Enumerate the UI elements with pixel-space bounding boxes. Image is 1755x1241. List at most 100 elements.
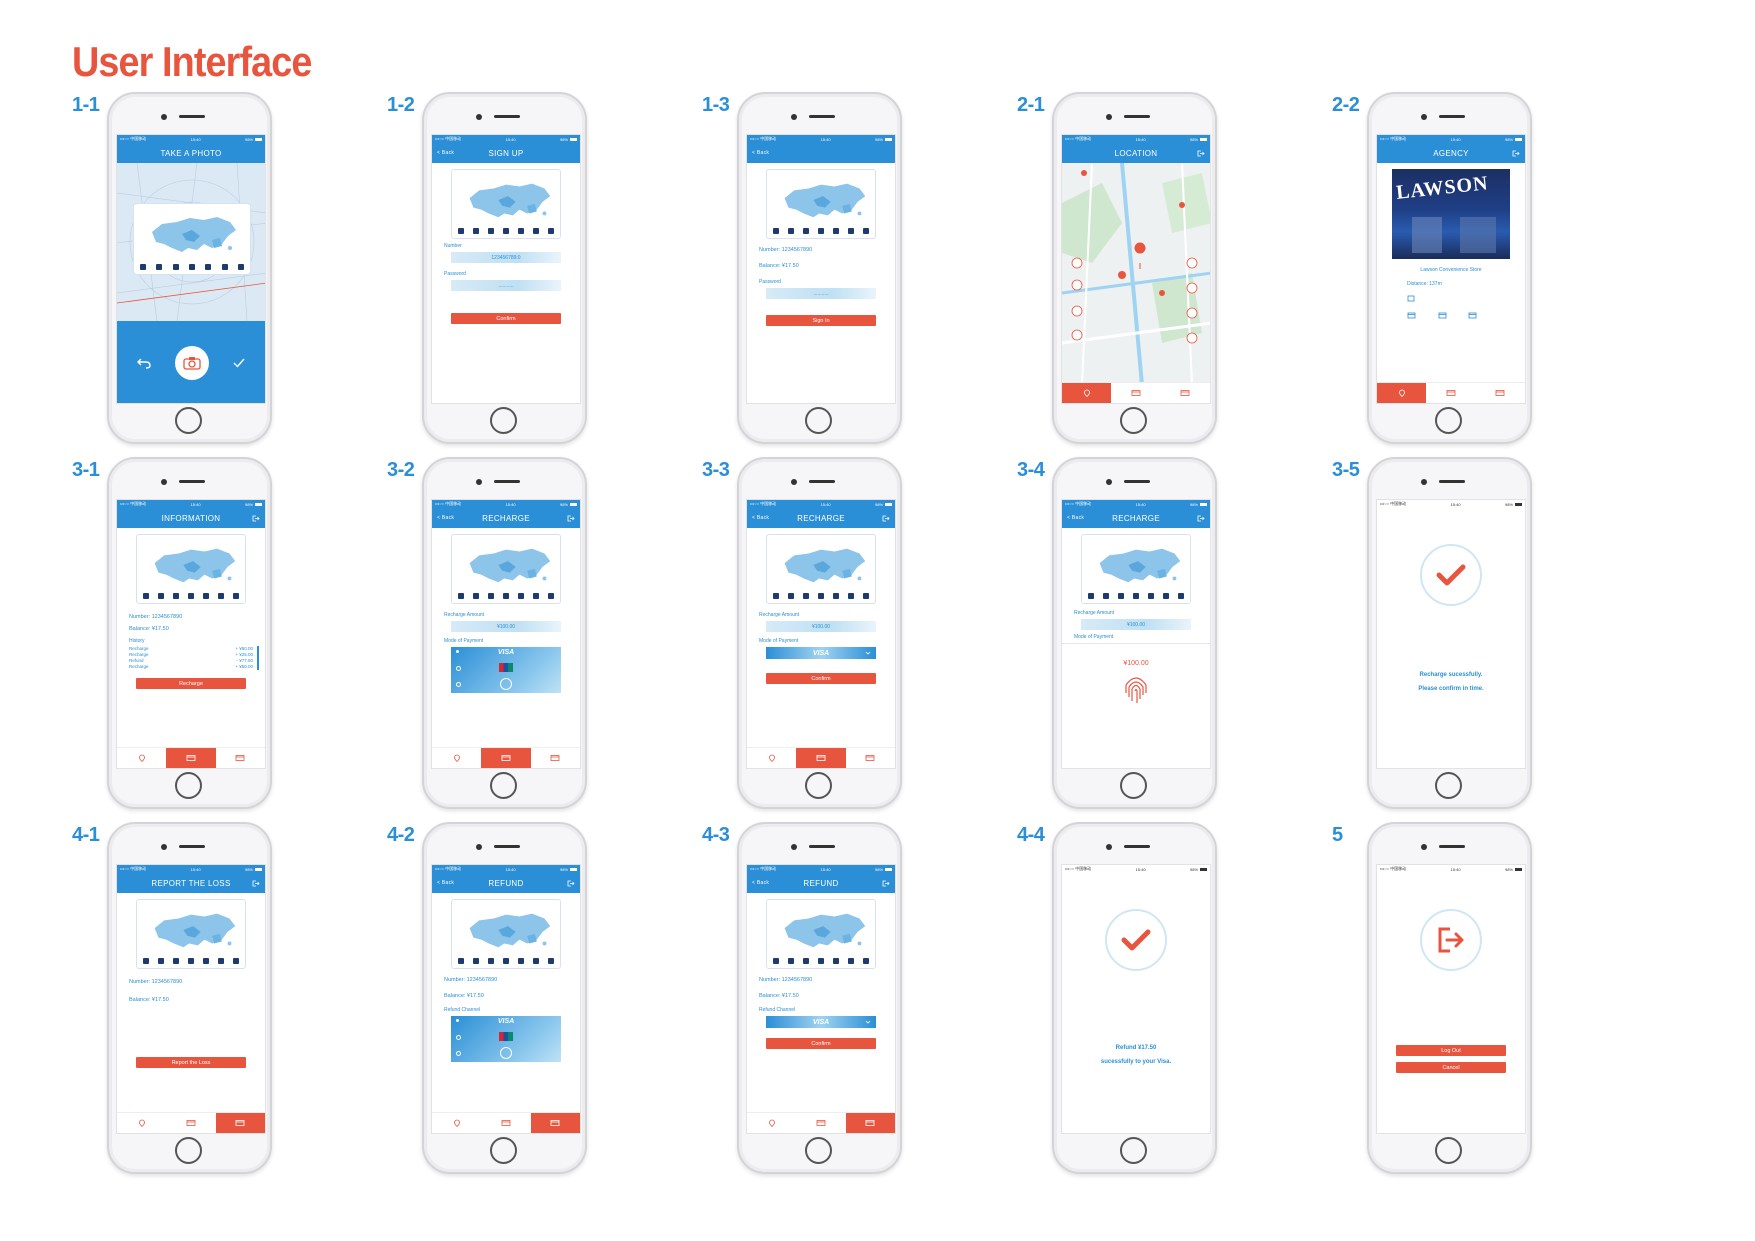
tab-service[interactable] [216, 748, 265, 768]
radio[interactable] [456, 1051, 461, 1056]
home-button[interactable] [1435, 1137, 1462, 1164]
tab-service[interactable] [1161, 383, 1210, 403]
home-button[interactable] [1120, 1137, 1147, 1164]
confirm-button[interactable]: Confirm [766, 1038, 876, 1049]
location-pin-icon [1398, 389, 1405, 397]
payment-select[interactable]: VISA [766, 647, 876, 659]
home-button[interactable] [1435, 407, 1462, 434]
tab-service[interactable] [531, 748, 580, 768]
password-field[interactable]: ........... [766, 288, 876, 299]
undo-icon[interactable] [137, 357, 151, 369]
screen-label: 1-2 [387, 94, 415, 116]
tab-service[interactable] [215, 1113, 265, 1133]
tab-card[interactable] [796, 1113, 845, 1133]
home-button[interactable] [805, 772, 832, 799]
tab-service[interactable] [1476, 383, 1525, 403]
tab-card[interactable] [166, 1113, 215, 1133]
exit-icon[interactable] [1197, 515, 1205, 522]
tab-location[interactable] [1062, 383, 1112, 403]
number-field[interactable]: 123456789:0 [451, 252, 561, 263]
tab-card[interactable] [1111, 383, 1160, 403]
nav-title: REPORT THE LOSS [151, 878, 231, 888]
home-button[interactable] [175, 772, 202, 799]
tab-card[interactable] [796, 748, 846, 768]
tab-location[interactable] [117, 1113, 166, 1133]
amount-field[interactable]: ¥100.00 [1081, 619, 1191, 630]
exit-icon[interactable] [882, 880, 890, 887]
exit-icon[interactable] [1512, 150, 1520, 157]
exit-icon[interactable] [567, 880, 575, 887]
password-label: Password [759, 279, 781, 285]
signin-button[interactable]: Sign In [766, 315, 876, 326]
home-button[interactable] [490, 407, 517, 434]
tab-service[interactable] [845, 1113, 895, 1133]
home-button[interactable] [490, 772, 517, 799]
tab-card[interactable] [1426, 383, 1475, 403]
card-image [136, 534, 246, 604]
home-button[interactable] [175, 1137, 202, 1164]
cancel-button[interactable]: Cancel [1396, 1062, 1506, 1073]
card-balance: Balance: ¥17.50 [759, 263, 799, 269]
tab-location[interactable] [747, 748, 796, 768]
tab-location[interactable] [1377, 383, 1427, 403]
back-button[interactable]: < Back [752, 880, 769, 886]
radio[interactable] [456, 1035, 461, 1040]
tab-location[interactable] [432, 1113, 481, 1133]
home-button[interactable] [175, 407, 202, 434]
tab-location[interactable] [432, 748, 481, 768]
back-button[interactable]: < Back [437, 150, 454, 156]
shutter-button[interactable] [175, 346, 209, 380]
tab-card[interactable] [481, 1113, 530, 1133]
tab-service[interactable] [846, 748, 895, 768]
exit-icon[interactable] [252, 515, 260, 522]
back-button[interactable]: < Back [752, 150, 769, 156]
scrollbar[interactable] [257, 646, 259, 670]
store-sign: LAWSON [1395, 172, 1490, 204]
tab-card[interactable] [481, 748, 531, 768]
tab-service[interactable] [530, 1113, 580, 1133]
recharge-button[interactable]: Recharge [136, 678, 246, 689]
amount-field[interactable]: ¥100.00 [766, 621, 876, 632]
tab-card[interactable] [166, 748, 216, 768]
card-icon [501, 755, 511, 761]
visa-option[interactable]: VISA [451, 649, 561, 656]
home-button[interactable] [1120, 772, 1147, 799]
radio-selected[interactable] [456, 1019, 459, 1022]
home-button[interactable] [805, 407, 832, 434]
nav-title: TAKE A PHOTO [160, 148, 222, 158]
exit-icon[interactable] [1197, 150, 1205, 157]
report-loss-button[interactable]: Report the Loss [136, 1057, 246, 1068]
confirm-button[interactable]: Confirm [451, 313, 561, 324]
tab-location[interactable] [747, 1113, 796, 1133]
payment-options[interactable]: VISA [451, 647, 561, 693]
tab-location[interactable] [117, 748, 166, 768]
password-field[interactable]: ........... [451, 280, 561, 291]
screen-1-3: 1-3 •••○○ 中国移动 15:40 98% < Back Number: 12… [702, 92, 992, 447]
chevron-down-icon [865, 1020, 871, 1024]
exit-icon[interactable] [252, 880, 260, 887]
city-map[interactable] [1062, 163, 1211, 385]
radio[interactable] [456, 666, 461, 671]
home-button[interactable] [1435, 772, 1462, 799]
refund-select[interactable]: VISA [766, 1016, 876, 1028]
back-button[interactable]: < Back [752, 515, 769, 521]
back-button[interactable]: < Back [437, 515, 454, 521]
check-icon[interactable] [233, 358, 245, 368]
logout-button[interactable]: Log Out [1396, 1045, 1506, 1056]
fingerprint-icon[interactable] [1121, 673, 1151, 705]
radio[interactable] [456, 682, 461, 687]
amount-field[interactable]: ¥100.00 [451, 621, 561, 632]
exit-icon[interactable] [567, 515, 575, 522]
visa-option[interactable]: VISA [451, 1018, 561, 1025]
home-button[interactable] [490, 1137, 517, 1164]
back-button[interactable]: < Back [437, 880, 454, 886]
back-button[interactable]: < Back [1067, 515, 1084, 521]
card-number: Number: 1234567890 [444, 977, 498, 983]
exit-icon[interactable] [882, 515, 890, 522]
refund-options[interactable]: VISA [451, 1016, 561, 1062]
home-button[interactable] [1120, 407, 1147, 434]
radio-selected[interactable] [456, 650, 459, 653]
home-button[interactable] [805, 1137, 832, 1164]
screen-4-3: 4-3 •••○○ 中国移动 15:40 98% < Back REFUND Numb… [702, 822, 992, 1177]
confirm-button[interactable]: Confirm [766, 673, 876, 684]
